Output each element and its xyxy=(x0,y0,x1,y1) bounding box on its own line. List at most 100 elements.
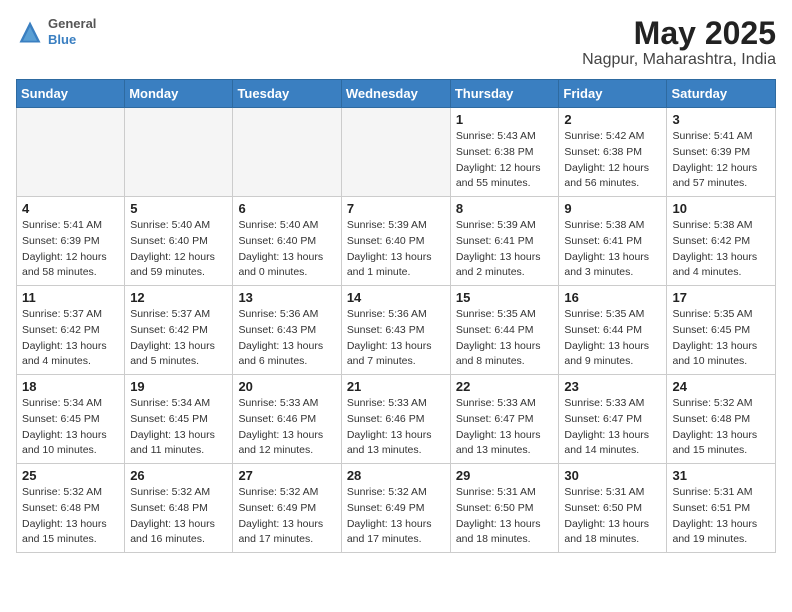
calendar-cell: 8Sunrise: 5:39 AMSunset: 6:41 PMDaylight… xyxy=(450,197,559,286)
day-info: Sunrise: 5:35 AMSunset: 6:44 PMDaylight:… xyxy=(456,307,554,370)
calendar-cell: 19Sunrise: 5:34 AMSunset: 6:45 PMDayligh… xyxy=(125,375,233,464)
calendar-week-5: 25 Sunrise: 5:32 AMSunset: 6:48 PMDayligh… xyxy=(17,464,776,553)
calendar-header-row: SundayMondayTuesdayWednesdayThursdayFrid… xyxy=(17,80,776,108)
day-info: Sunrise: 5:31 AMSunset: 6:50 PMDaylight:… xyxy=(456,485,554,548)
calendar-cell: 14Sunrise: 5:36 AMSunset: 6:43 PMDayligh… xyxy=(341,286,450,375)
day-info: Sunrise: 5:38 AMSunset: 6:42 PMDaylight:… xyxy=(672,218,770,281)
day-number: 6 xyxy=(238,201,335,216)
day-info: Sunrise: 5:32 AMSunset: 6:48 PMDaylight:… xyxy=(130,485,227,548)
day-number: 22 xyxy=(456,379,554,394)
calendar-cell: 16 Sunrise: 5:35 AMSunset: 6:44 PMDayligh… xyxy=(559,286,667,375)
day-number: 15 xyxy=(456,290,554,305)
day-number: 1 xyxy=(456,112,554,127)
day-info: Sunrise: 5:37 AMSunset: 6:42 PMDaylight:… xyxy=(22,307,119,370)
calendar-header-thursday: Thursday xyxy=(450,80,559,108)
day-info: Sunrise: 5:32 AMSunset: 6:49 PMDaylight:… xyxy=(347,485,445,548)
header: General Blue May 2025 Nagpur, Maharashtr… xyxy=(16,16,776,69)
calendar-cell: 6 Sunrise: 5:40 AMSunset: 6:40 PMDaylight… xyxy=(233,197,341,286)
day-number: 12 xyxy=(130,290,227,305)
calendar-cell: 26 Sunrise: 5:32 AMSunset: 6:48 PMDayligh… xyxy=(125,464,233,553)
day-info: Sunrise: 5:32 AMSunset: 6:49 PMDaylight:… xyxy=(238,485,335,548)
day-info: Sunrise: 5:38 AMSunset: 6:41 PMDaylight:… xyxy=(564,218,661,281)
calendar-cell: 13 Sunrise: 5:36 AMSunset: 6:43 PMDayligh… xyxy=(233,286,341,375)
calendar-cell: 2 Sunrise: 5:42 AMSunset: 6:38 PMDaylight… xyxy=(559,108,667,197)
calendar-cell: 9Sunrise: 5:38 AMSunset: 6:41 PMDaylight… xyxy=(559,197,667,286)
day-number: 7 xyxy=(347,201,445,216)
day-number: 8 xyxy=(456,201,554,216)
day-number: 4 xyxy=(22,201,119,216)
day-info: Sunrise: 5:41 AMSunset: 6:39 PMDaylight:… xyxy=(22,218,119,281)
calendar-cell xyxy=(341,108,450,197)
day-info: Sunrise: 5:39 AMSunset: 6:40 PMDaylight:… xyxy=(347,218,445,281)
calendar-subtitle: Nagpur, Maharashtra, India xyxy=(582,51,776,69)
day-info: Sunrise: 5:40 AMSunset: 6:40 PMDaylight:… xyxy=(238,218,335,281)
day-info: Sunrise: 5:41 AMSunset: 6:39 PMDaylight:… xyxy=(672,129,770,192)
calendar-cell: 31 Sunrise: 5:31 AMSunset: 6:51 PMDayligh… xyxy=(667,464,776,553)
day-number: 25 xyxy=(22,468,119,483)
day-number: 30 xyxy=(564,468,661,483)
day-info: Sunrise: 5:35 AMSunset: 6:44 PMDaylight:… xyxy=(564,307,661,370)
calendar-title: May 2025 xyxy=(582,16,776,51)
day-number: 13 xyxy=(238,290,335,305)
day-number: 23 xyxy=(564,379,661,394)
calendar-header-saturday: Saturday xyxy=(667,80,776,108)
day-info: Sunrise: 5:36 AMSunset: 6:43 PMDaylight:… xyxy=(238,307,335,370)
day-info: Sunrise: 5:34 AMSunset: 6:45 PMDaylight:… xyxy=(22,396,119,459)
logo-icon xyxy=(16,18,44,46)
calendar-cell: 24Sunrise: 5:32 AMSunset: 6:48 PMDayligh… xyxy=(667,375,776,464)
calendar-cell: 11 Sunrise: 5:37 AMSunset: 6:42 PMDayligh… xyxy=(17,286,125,375)
calendar-header-monday: Monday xyxy=(125,80,233,108)
day-number: 31 xyxy=(672,468,770,483)
calendar-cell: 1 Sunrise: 5:43 AMSunset: 6:38 PMDaylight… xyxy=(450,108,559,197)
calendar-header-friday: Friday xyxy=(559,80,667,108)
day-info: Sunrise: 5:31 AMSunset: 6:51 PMDaylight:… xyxy=(672,485,770,548)
calendar-cell: 20Sunrise: 5:33 AMSunset: 6:46 PMDayligh… xyxy=(233,375,341,464)
calendar-cell xyxy=(17,108,125,197)
calendar-week-2: 4 Sunrise: 5:41 AMSunset: 6:39 PMDaylight… xyxy=(17,197,776,286)
calendar-cell: 18 Sunrise: 5:34 AMSunset: 6:45 PMDayligh… xyxy=(17,375,125,464)
day-info: Sunrise: 5:33 AMSunset: 6:46 PMDaylight:… xyxy=(347,396,445,459)
calendar-table: SundayMondayTuesdayWednesdayThursdayFrid… xyxy=(16,79,776,553)
day-info: Sunrise: 5:42 AMSunset: 6:38 PMDaylight:… xyxy=(564,129,661,192)
day-number: 3 xyxy=(672,112,770,127)
day-number: 11 xyxy=(22,290,119,305)
calendar-cell: 17 Sunrise: 5:35 AMSunset: 6:45 PMDayligh… xyxy=(667,286,776,375)
calendar-cell: 30 Sunrise: 5:31 AMSunset: 6:50 PMDayligh… xyxy=(559,464,667,553)
calendar-cell: 21 Sunrise: 5:33 AMSunset: 6:46 PMDayligh… xyxy=(341,375,450,464)
calendar-header-sunday: Sunday xyxy=(17,80,125,108)
day-number: 18 xyxy=(22,379,119,394)
day-number: 26 xyxy=(130,468,227,483)
day-info: Sunrise: 5:43 AMSunset: 6:38 PMDaylight:… xyxy=(456,129,554,192)
day-info: Sunrise: 5:36 AMSunset: 6:43 PMDaylight:… xyxy=(347,307,445,370)
day-info: Sunrise: 5:31 AMSunset: 6:50 PMDaylight:… xyxy=(564,485,661,548)
title-area: May 2025 Nagpur, Maharashtra, India xyxy=(582,16,776,69)
day-number: 28 xyxy=(347,468,445,483)
logo-line1: General xyxy=(48,16,96,32)
calendar-cell: 25Sunrise: 5:32 AMSunset: 6:48 PMDayligh… xyxy=(17,464,125,553)
logo-line2: Blue xyxy=(48,32,96,48)
day-info: Sunrise: 5:35 AMSunset: 6:45 PMDaylight:… xyxy=(672,307,770,370)
day-number: 5 xyxy=(130,201,227,216)
day-info: Sunrise: 5:37 AMSunset: 6:42 PMDaylight:… xyxy=(130,307,227,370)
day-number: 21 xyxy=(347,379,445,394)
logo-text: General Blue xyxy=(48,16,96,47)
calendar-cell: 27Sunrise: 5:32 AMSunset: 6:49 PMDayligh… xyxy=(233,464,341,553)
calendar-week-4: 18 Sunrise: 5:34 AMSunset: 6:45 PMDayligh… xyxy=(17,375,776,464)
day-number: 24 xyxy=(672,379,770,394)
calendar-cell: 12 Sunrise: 5:37 AMSunset: 6:42 PMDayligh… xyxy=(125,286,233,375)
day-number: 29 xyxy=(456,468,554,483)
day-info: Sunrise: 5:34 AMSunset: 6:45 PMDaylight:… xyxy=(130,396,227,459)
day-number: 16 xyxy=(564,290,661,305)
day-info: Sunrise: 5:33 AMSunset: 6:47 PMDaylight:… xyxy=(564,396,661,459)
calendar-cell: 28 Sunrise: 5:32 AMSunset: 6:49 PMDayligh… xyxy=(341,464,450,553)
day-info: Sunrise: 5:40 AMSunset: 6:40 PMDaylight:… xyxy=(130,218,227,281)
calendar-cell: 4 Sunrise: 5:41 AMSunset: 6:39 PMDaylight… xyxy=(17,197,125,286)
day-number: 2 xyxy=(564,112,661,127)
day-info: Sunrise: 5:33 AMSunset: 6:47 PMDaylight:… xyxy=(456,396,554,459)
logo: General Blue xyxy=(16,16,96,47)
day-info: Sunrise: 5:33 AMSunset: 6:46 PMDaylight:… xyxy=(238,396,335,459)
calendar-cell xyxy=(233,108,341,197)
calendar-cell: 22 Sunrise: 5:33 AMSunset: 6:47 PMDayligh… xyxy=(450,375,559,464)
day-number: 17 xyxy=(672,290,770,305)
calendar-cell: 23 Sunrise: 5:33 AMSunset: 6:47 PMDayligh… xyxy=(559,375,667,464)
